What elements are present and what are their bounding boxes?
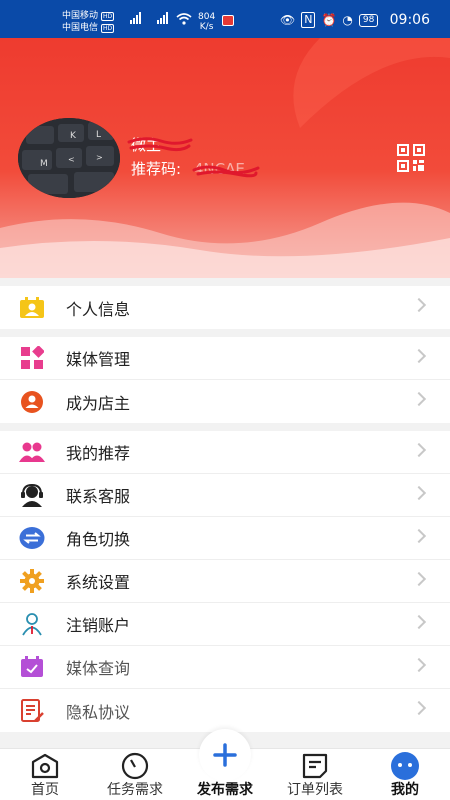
calendar-check-icon [18, 653, 46, 681]
menu-label: 个人信息 [66, 299, 131, 319]
menu-label: 隐私协议 [66, 702, 131, 722]
nfc-icon: N [301, 12, 316, 28]
chevron-right-icon [411, 442, 427, 458]
order-list-icon [270, 751, 360, 781]
tab-mine[interactable]: 我的 [360, 751, 450, 799]
speed-icon: ◔ [342, 13, 353, 27]
username-redaction [127, 137, 193, 152]
tab-label: 我的 [391, 782, 419, 798]
tab-publish[interactable]: 发布需求 [180, 751, 270, 799]
keyboard-photo-icon: M K L < > [18, 118, 120, 198]
tab-tasks[interactable]: 任务需求 [90, 751, 180, 799]
alarm-icon: ⏰ [321, 13, 337, 27]
hd-badge-2: HD [101, 23, 115, 33]
group-icon [18, 438, 46, 466]
menu-label: 成为店主 [66, 393, 131, 413]
signal-icon [130, 12, 141, 24]
svg-text:L: L [96, 130, 101, 140]
menu-item-my-referrals[interactable]: 我的推荐 [0, 431, 450, 474]
id-card-icon [18, 294, 46, 322]
menu-label: 注销账户 [66, 616, 131, 635]
tab-label: 订单列表 [287, 782, 343, 798]
menu-item-privacy-policy[interactable]: 隐私协议 [0, 689, 450, 732]
svg-text:>: > [96, 153, 103, 162]
signal-icon-2 [157, 12, 168, 24]
swap-icon [18, 524, 46, 552]
menu-item-role-switch[interactable]: 角色切换 [0, 517, 450, 560]
menu-item-personal-info[interactable]: 个人信息 [0, 286, 450, 329]
clock: 09:06 [389, 12, 430, 28]
menu-label: 系统设置 [66, 573, 131, 592]
menu-group-1: 个人信息 [0, 286, 450, 329]
document-edit-icon [18, 697, 46, 725]
carrier-info: 中国移动 HD 中国电信 HD [62, 10, 115, 34]
tab-orders[interactable]: 订单列表 [270, 751, 360, 799]
carrier-1: 中国移动 [62, 11, 99, 21]
carrier-2: 中国电信 [62, 23, 99, 33]
avatar[interactable]: M K L < > [18, 118, 120, 198]
ref-code-label: 推荐码: [131, 160, 182, 178]
menu-label: 媒体查询 [66, 659, 131, 678]
tab-label: 首页 [31, 782, 59, 798]
headset-icon [18, 481, 46, 509]
bottom-tab-bar: 首页 任务需求 发布需求 订单列表 我的 [0, 729, 450, 800]
chevron-right-icon [411, 391, 427, 407]
chevron-right-icon [411, 297, 427, 313]
menu-item-media-query[interactable]: 媒体查询 [0, 646, 450, 689]
hd-badge-1: HD [101, 11, 115, 21]
profile-header: M K L < > 微主 推荐码: 4NCAE [0, 38, 450, 278]
svg-text:<: < [68, 155, 75, 164]
menu-label: 我的推荐 [66, 444, 131, 463]
battery-icon: 98 [358, 13, 379, 27]
menu-item-system-settings[interactable]: 系统设置 [0, 560, 450, 603]
chevron-right-icon [411, 485, 427, 501]
chevron-right-icon [411, 348, 427, 364]
profile-face-icon [360, 751, 450, 781]
net-speed-unit: K/s [199, 22, 214, 32]
grid-icon [18, 344, 46, 372]
ref-code-redaction [192, 165, 260, 178]
svg-text:M: M [40, 159, 48, 169]
menu-group-2: 媒体管理 成为店主 [0, 337, 450, 423]
menu-list: 个人信息 媒体管理 成为店主 我的推荐 联系客服 角色切换 系统设置 注销账户 … [0, 278, 450, 740]
app-notification-icon [222, 15, 234, 26]
task-icon [90, 751, 180, 781]
eye-icon: 👁 [280, 13, 296, 27]
menu-item-media-management[interactable]: 媒体管理 [0, 337, 450, 380]
menu-item-contact-support[interactable]: 联系客服 [0, 474, 450, 517]
home-icon [0, 751, 90, 781]
status-bar: 中国移动 HD 中国电信 HD 804 K/s 👁 N ⏰ ◔ 98 09:06 [0, 0, 450, 38]
menu-item-become-shop-owner[interactable]: 成为店主 [0, 380, 450, 423]
chevron-right-icon [411, 614, 427, 630]
chevron-right-icon [411, 571, 427, 587]
net-speed-value: 804 [198, 12, 216, 22]
menu-label: 角色切换 [66, 530, 131, 549]
tab-label: 任务需求 [107, 782, 163, 798]
menu-item-delete-account[interactable]: 注销账户 [0, 603, 450, 646]
tab-label: 发布需求 [197, 782, 253, 798]
person-circle-icon [18, 388, 46, 416]
tab-home[interactable]: 首页 [0, 751, 90, 799]
net-speed: 804 K/s [198, 12, 215, 32]
qr-code-icon[interactable] [397, 144, 425, 172]
chevron-right-icon [411, 700, 427, 716]
user-outline-icon [18, 610, 46, 638]
chevron-right-icon [411, 657, 427, 673]
menu-group-3: 我的推荐 联系客服 角色切换 系统设置 注销账户 媒体查询 隐私协议 [0, 431, 450, 732]
chevron-right-icon [411, 528, 427, 544]
menu-label: 联系客服 [66, 487, 131, 506]
wifi-icon [176, 13, 192, 25]
menu-label: 媒体管理 [66, 350, 131, 369]
gear-icon [18, 567, 46, 595]
system-icons: 👁 N ⏰ ◔ 98 [280, 12, 379, 28]
